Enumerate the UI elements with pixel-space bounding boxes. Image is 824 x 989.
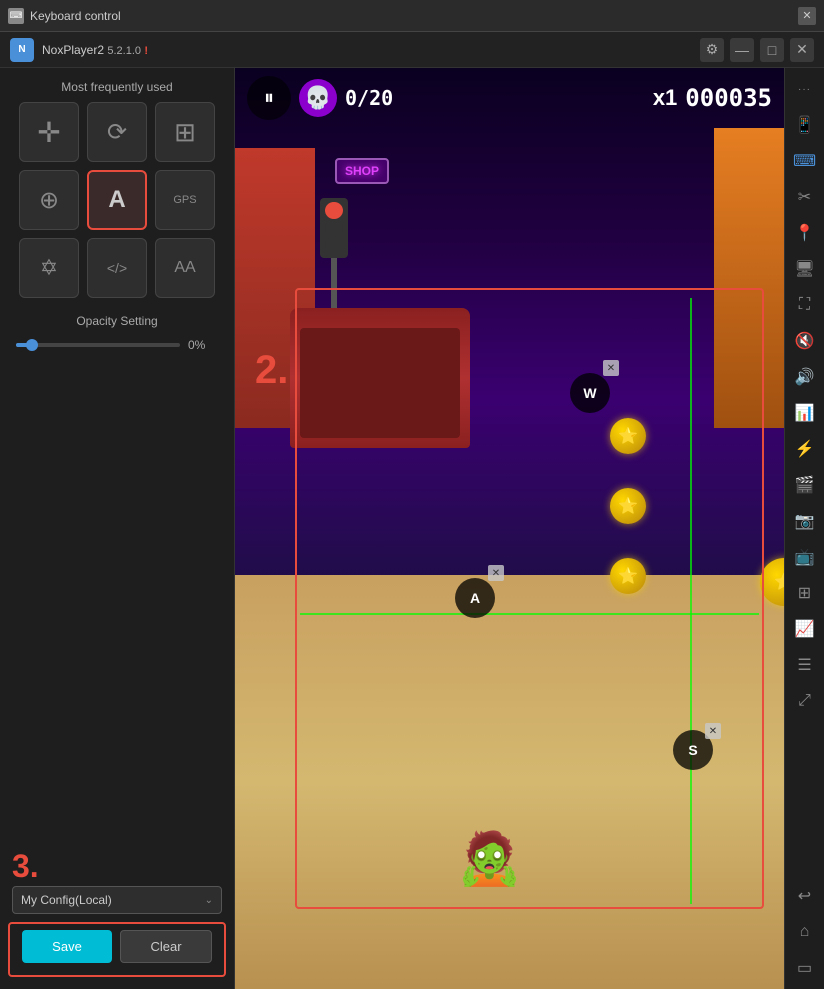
back-icon[interactable]: ↩ — [788, 879, 822, 913]
hud-score: 000035 — [685, 84, 772, 112]
nox-maximize-btn[interactable]: □ — [760, 38, 784, 62]
main-content: Most frequently used A Opacity Setting 0… — [0, 68, 824, 989]
titlebar-title: Keyboard control — [30, 9, 792, 23]
opacity-value: 0% — [188, 338, 218, 352]
dpad-key-btn[interactable] — [19, 102, 79, 162]
chart-icon[interactable]: 📈 — [788, 612, 822, 646]
action-buttons-container: Save Clear — [8, 922, 226, 977]
step2-label: 2. — [255, 348, 288, 393]
flash-icon[interactable]: ⚡ — [788, 432, 822, 466]
keyboard-icon[interactable]: ⌨ — [788, 144, 822, 178]
plus-key-btn[interactable] — [155, 102, 215, 162]
close-s-btn[interactable]: ✕ — [705, 723, 721, 739]
volume-on-icon[interactable]: 🔊 — [788, 360, 822, 394]
opacity-row: 0% — [16, 338, 218, 352]
panel-section-title: Most frequently used — [0, 68, 234, 102]
text-a-key-btn[interactable]: A — [87, 170, 147, 230]
score-counter: 0/20 — [345, 86, 393, 110]
traffic-light-green — [325, 237, 343, 254]
nox-window-controls: ⚙ — □ ✕ — [700, 38, 814, 62]
opacity-thumb — [26, 339, 38, 351]
opacity-title: Opacity Setting — [16, 314, 218, 328]
traffic-light-yellow — [325, 219, 343, 236]
record-icon[interactable]: 🎬 — [788, 468, 822, 502]
sync-key-btn[interactable] — [87, 102, 147, 162]
opacity-section: Opacity Setting 0% — [0, 298, 234, 368]
close-a-btn[interactable]: ✕ — [488, 565, 504, 581]
game-key-a[interactable]: A — [455, 578, 495, 618]
stats-icon[interactable]: 📊 — [788, 396, 822, 430]
titlebar-close-button[interactable]: ✕ — [798, 7, 816, 25]
key-overlay-box — [295, 288, 764, 909]
skull-icon: 💀 — [299, 79, 337, 117]
home-icon[interactable]: ⌂ — [788, 915, 822, 949]
nox-minimize-btn[interactable]: — — [730, 38, 754, 62]
opacity-slider[interactable] — [16, 343, 180, 347]
crosshair-vertical — [690, 298, 692, 904]
fullscreen-icon[interactable]: ⛶ — [788, 288, 822, 322]
pause-icon: ⏸ — [264, 87, 274, 110]
nox-settings-btn[interactable]: ⚙ — [700, 38, 724, 62]
key-grid: A — [0, 102, 234, 298]
gps-key-btn[interactable] — [155, 170, 215, 230]
right-sidebar: ··· 📱 ⌨ ✂ 📍 🖥 ⛶ 🔇 🔊 📊 ⚡ 🎬 📷 📺 ⊞ 📈 ☰ ⤢ ↩ … — [784, 68, 824, 989]
monitor-icon[interactable]: 🖥 — [788, 252, 822, 286]
config-section: My Config(Local) ⌄ — [0, 882, 234, 922]
multiplier-display: x1 — [653, 85, 677, 111]
keyboard-control-panel: Most frequently used A Opacity Setting 0… — [0, 68, 235, 989]
nox-close-btn[interactable]: ✕ — [790, 38, 814, 62]
config-dropdown[interactable]: My Config(Local) ⌄ — [12, 886, 222, 914]
tv-icon[interactable]: 📺 — [788, 540, 822, 574]
game-hud: ⏸ 💀 0/20 x1 000035 — [235, 68, 784, 128]
clear-button[interactable]: Clear — [120, 930, 212, 963]
crosshair-key-btn[interactable] — [19, 170, 79, 230]
code-key-btn[interactable] — [87, 238, 147, 298]
phone-icon[interactable]: 📱 — [788, 108, 822, 142]
nox-app-title: NoxPlayer2 5.2.1.0 ! — [42, 43, 692, 57]
list-icon[interactable]: ☰ — [788, 648, 822, 682]
nox-logo: N — [10, 38, 34, 62]
camera-icon[interactable]: 📷 — [788, 504, 822, 538]
save-button[interactable]: Save — [22, 930, 112, 963]
multi-icon[interactable]: ⊞ — [788, 576, 822, 610]
titlebar: ⌨ Keyboard control ✕ — [0, 0, 824, 32]
scissors-icon[interactable]: ✂ — [788, 180, 822, 214]
neon-sign: SHOP — [335, 158, 389, 184]
traffic-light-red — [325, 202, 343, 219]
dropdown-arrow-icon: ⌄ — [205, 895, 213, 906]
location-icon[interactable]: 📍 — [788, 216, 822, 250]
more-icon[interactable]: ··· — [788, 72, 822, 106]
recent-apps-icon[interactable]: ▭ — [788, 951, 822, 985]
expand-icon[interactable]: ⤢ — [788, 684, 822, 718]
step3-label: 3. — [0, 846, 234, 882]
titlebar-app-icon: ⌨ — [8, 8, 24, 24]
aa-key-btn[interactable] — [155, 238, 215, 298]
game-area: SHOP ⏸ 💀 0/20 x1 000035 1 🪙 HIGH SCORE 👤… — [235, 68, 784, 989]
pause-button[interactable]: ⏸ — [247, 76, 291, 120]
nox-bar: N NoxPlayer2 5.2.1.0 ! ⚙ — □ ✕ — [0, 32, 824, 68]
close-w-btn[interactable]: ✕ — [603, 360, 619, 376]
volume-off-icon[interactable]: 🔇 — [788, 324, 822, 358]
star-key-btn[interactable] — [19, 238, 79, 298]
game-key-w[interactable]: W — [570, 373, 610, 413]
traffic-light-box — [320, 198, 348, 258]
game-background: SHOP ⏸ 💀 0/20 x1 000035 1 🪙 HIGH SCORE 👤… — [235, 68, 784, 989]
